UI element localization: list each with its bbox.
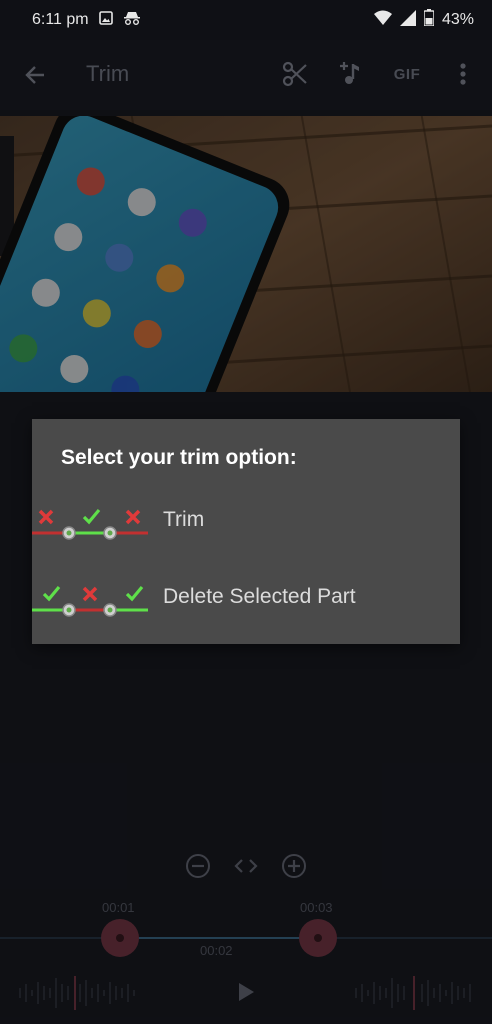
page-title: Trim: [86, 61, 130, 86]
duration-time: 00:02: [200, 943, 233, 958]
trim-end-handle[interactable]: [299, 919, 337, 957]
zoom-out-button[interactable]: [184, 852, 212, 880]
waveform-right: [355, 976, 471, 1010]
start-time: 00:01: [102, 900, 135, 915]
end-time: 00:03: [300, 900, 333, 915]
more-options-button[interactable]: [446, 57, 480, 91]
zoom-controls: [0, 848, 492, 884]
trim-start-handle[interactable]: [101, 919, 139, 957]
scissors-icon: [282, 61, 307, 87]
video-preview[interactable]: [0, 116, 492, 392]
trim-keep-middle-icon: [32, 508, 148, 540]
video-frame-image: [0, 116, 492, 392]
plus-circle-icon: [282, 854, 306, 878]
option-delete-selected[interactable]: Delete Selected Part: [32, 567, 460, 627]
trim-option-dialog: Select your trim option: Trim Delete Sel…: [32, 419, 460, 644]
status-bar: 6:11 pm 43%: [0, 0, 492, 40]
option-trim[interactable]: Trim: [32, 490, 460, 550]
battery-percent: 43%: [441, 11, 474, 28]
fit-button[interactable]: [232, 852, 260, 880]
image-notification-icon: [98, 10, 113, 30]
code-brackets-icon: [234, 859, 258, 873]
more-vert-icon: [460, 63, 466, 85]
waveform-left: [19, 976, 135, 1010]
zoom-in-button[interactable]: [280, 852, 308, 880]
back-button[interactable]: [18, 58, 52, 92]
delete-middle-icon: [32, 585, 148, 617]
status-time: 6:11 pm: [32, 11, 89, 28]
play-icon: [239, 983, 254, 1001]
play-button[interactable]: [232, 978, 260, 1006]
add-music-icon: [340, 62, 359, 84]
minus-circle-icon: [186, 854, 210, 878]
wifi-icon: [373, 10, 392, 30]
app-bar: Trim GIF: [0, 40, 492, 110]
dialog-title: Select your trim option:: [61, 446, 297, 469]
gif-button[interactable]: GIF: [390, 57, 424, 91]
battery-icon: [423, 9, 435, 31]
cut-button[interactable]: [278, 57, 312, 91]
signal-icon: [399, 9, 416, 31]
timeline-selection: [120, 937, 318, 939]
option-trim-label: Trim: [163, 508, 205, 531]
add-music-button[interactable]: [334, 57, 368, 91]
gif-label: GIF: [393, 65, 421, 83]
arrow-left-icon: [25, 66, 44, 84]
option-delete-selected-label: Delete Selected Part: [163, 585, 356, 608]
incognito-icon: [123, 11, 141, 30]
